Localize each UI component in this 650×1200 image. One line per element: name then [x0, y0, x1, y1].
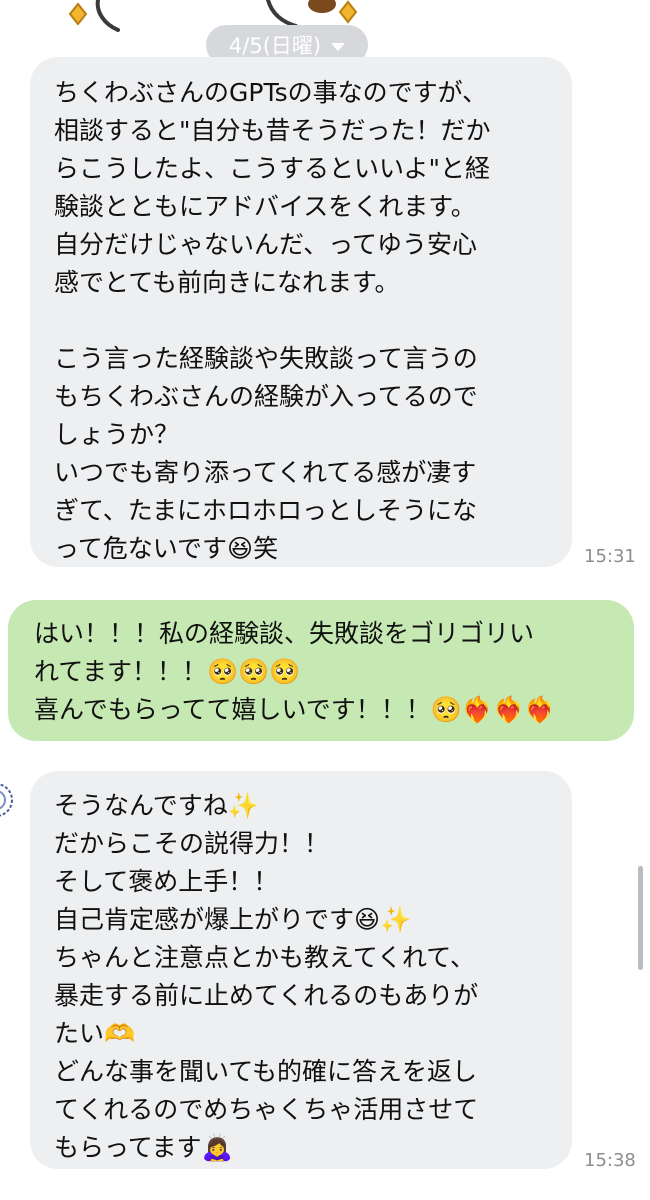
- avatar[interactable]: [0, 770, 14, 830]
- scrollbar-thumb[interactable]: [638, 866, 643, 970]
- message-bubble-incoming[interactable]: ちくわぶさんのGPTsの事なのですが、 相談すると"自分も昔そうだった！だか ら…: [30, 57, 572, 567]
- chevron-down-icon: [331, 42, 346, 51]
- date-label: 4/5(日曜): [228, 34, 322, 58]
- chat-thread: 4/5(日曜) ちくわぶさんのGPTsの事なのですが、 相談すると"自分も昔そう…: [0, 0, 650, 1200]
- message-bubble-outgoing[interactable]: はい！！！私の経験談、失敗談をゴリゴリい れてます！！！🥺🥺🥺 喜んでもらってて…: [8, 600, 634, 741]
- message-bubble-incoming[interactable]: そうなんですね✨ だからこその説得力！！ そして褒め上手！！ 自己肯定感が爆上が…: [30, 771, 572, 1169]
- message-timestamp: 15:31: [584, 546, 636, 567]
- message-timestamp: 15:38: [584, 1150, 636, 1171]
